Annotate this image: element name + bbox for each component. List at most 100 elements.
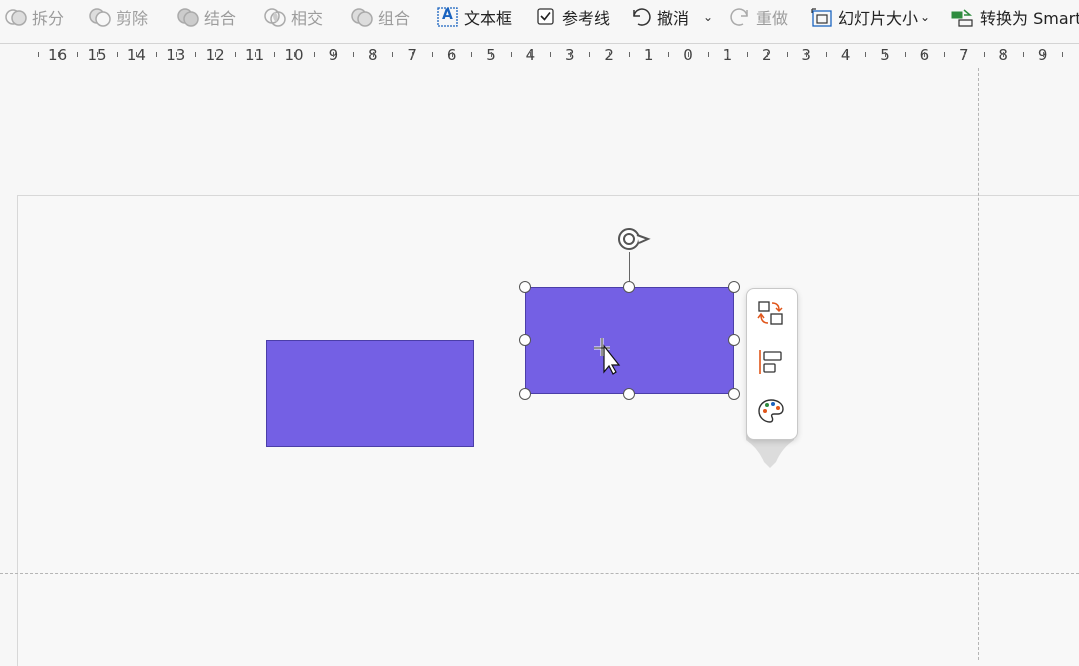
redo-icon [730, 8, 748, 26]
group-label: 组合 [378, 9, 411, 28]
resize-handle-bottom[interactable] [623, 388, 635, 400]
vertical-guide-line[interactable] [978, 68, 979, 660]
convert-smart-icon [951, 9, 973, 27]
ruler-tick [984, 52, 985, 57]
split-icon [5, 9, 27, 26]
ruler-tick [1003, 52, 1004, 57]
ruler-tick [609, 52, 610, 57]
ruler-tick [412, 52, 413, 57]
ruler-tick [491, 52, 492, 57]
ruler-tick [274, 52, 275, 57]
ruler-tick [97, 52, 98, 57]
ruler-tick [767, 52, 768, 57]
ruler-tick [747, 52, 748, 57]
ruler-tick [156, 52, 157, 57]
ruler-tick [373, 52, 374, 57]
resize-handle-top-left[interactable] [519, 281, 531, 293]
redo-button[interactable]: 重做 [728, 5, 788, 29]
ruler-tick [727, 52, 728, 57]
resize-handle-bottom-right[interactable] [728, 388, 740, 400]
combine-label: 结合 [204, 9, 237, 28]
resize-handle-right[interactable] [728, 334, 740, 346]
ruler-tick [195, 52, 196, 57]
ruler-tick [865, 52, 866, 57]
ruler-tick [964, 52, 965, 57]
change-shape-button[interactable] [756, 298, 786, 328]
ruler-tick [787, 52, 788, 57]
textbox-button[interactable]: A 文本框 [436, 5, 512, 29]
floating-shape-toolbar [746, 288, 798, 440]
undo-button[interactable]: 撤消 ⌄ [629, 5, 713, 29]
toolbar: 拆分 剪除 结合 相交 组合 A 文本框 参考线 撤消 ⌄ 重做 幻灯片大小 ⌄… [0, 0, 1079, 40]
ruler-tick [333, 52, 334, 57]
ruler-tick [570, 52, 571, 57]
resize-handle-top[interactable] [623, 281, 635, 293]
undo-dropdown-chevron-icon[interactable]: ⌄ [703, 10, 713, 24]
ruler-tick [905, 52, 906, 57]
intersect-icon [264, 8, 286, 27]
ruler-tick [117, 52, 118, 57]
resize-handle-left[interactable] [519, 334, 531, 346]
slide[interactable] [17, 195, 1079, 666]
ruler-tick [255, 52, 256, 57]
split-button[interactable]: 拆分 [4, 5, 64, 29]
ruler-tick [452, 52, 453, 57]
ruler-tick [215, 52, 216, 57]
ruler-tick [885, 52, 886, 57]
convert-smart-label: 转换为 Smart [980, 9, 1079, 28]
ruler-tick [176, 52, 177, 57]
slide-size-label: 幻灯片大小 [838, 9, 919, 28]
align-button[interactable] [756, 347, 786, 377]
ruler-tick [649, 52, 650, 57]
intersect-button[interactable]: 相交 [263, 5, 323, 29]
ruler-tick [530, 52, 531, 57]
ruler-tick [314, 52, 315, 57]
undo-icon [633, 8, 651, 26]
ruler-tick [432, 52, 433, 57]
move-cursor-icon [594, 338, 621, 375]
ruler-tick [589, 52, 590, 57]
group-icon [351, 8, 373, 27]
group-button[interactable]: 组合 [350, 5, 410, 29]
ruler-tick [1062, 52, 1063, 57]
guides-checkbox[interactable]: 参考线 [536, 5, 610, 29]
ruler-tick [668, 52, 669, 57]
ruler-tick [1043, 52, 1044, 57]
ruler-tick [924, 52, 925, 57]
redo-label: 重做 [756, 9, 789, 28]
shape-style-button[interactable] [756, 396, 786, 426]
ruler-tick [136, 52, 137, 57]
align-icon [759, 350, 782, 374]
selected-rectangle-shape[interactable] [525, 287, 734, 394]
undo-label: 撤消 [657, 9, 690, 28]
ruler-tick [1023, 52, 1024, 57]
ruler-tick [471, 52, 472, 57]
ruler-tick [550, 52, 551, 57]
resize-handle-top-right[interactable] [728, 281, 740, 293]
ruler-tick [944, 52, 945, 57]
ruler-tick [77, 52, 78, 57]
horizontal-ruler[interactable]: 161514131211109876543210123456789 [0, 43, 1079, 68]
convert-smartart-button[interactable]: 转换为 Smart [950, 5, 1079, 29]
intersect-label: 相交 [291, 9, 324, 28]
split-label: 拆分 [32, 9, 65, 28]
ruler-tick [235, 52, 236, 57]
textbox-label: 文本框 [464, 9, 513, 28]
subtract-button[interactable]: 剪除 [88, 5, 148, 29]
checkbox-icon [537, 8, 554, 25]
ruler-tick [629, 52, 630, 57]
ruler-tick [708, 52, 709, 57]
horizontal-guide-line[interactable] [0, 573, 1079, 574]
rotate-handle-icon[interactable] [614, 225, 652, 255]
ruler-tick [826, 52, 827, 57]
subtract-label: 剪除 [116, 9, 149, 28]
ruler-tick [511, 52, 512, 57]
resize-handle-bottom-left[interactable] [519, 388, 531, 400]
ruler-tick [806, 52, 807, 57]
ruler-tick [294, 52, 295, 57]
rectangle-shape[interactable] [266, 340, 474, 447]
subtract-icon [89, 8, 111, 27]
change-shape-icon [757, 301, 783, 325]
slide-size-button[interactable]: 幻灯片大小 ⌄ [810, 5, 930, 29]
combine-button[interactable]: 结合 [176, 5, 236, 29]
